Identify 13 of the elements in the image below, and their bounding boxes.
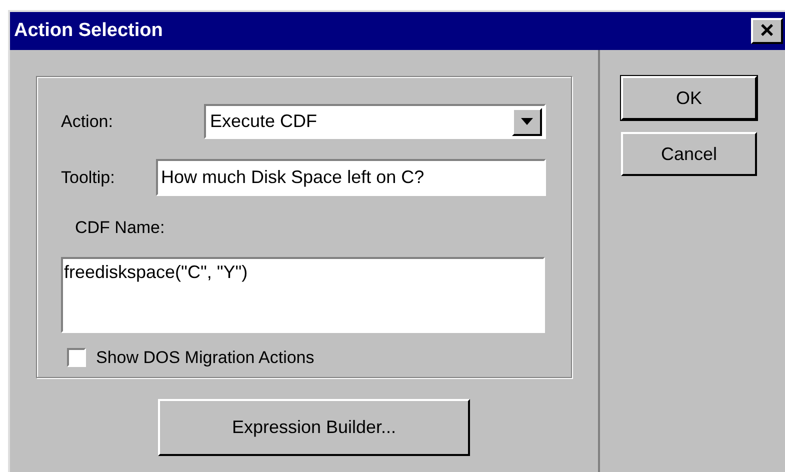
checkbox[interactable] (67, 348, 86, 368)
window-title: Action Selection (14, 18, 163, 43)
tooltip-field[interactable]: How much Disk Space left on C? (156, 159, 546, 196)
field-label: CDF Name: (75, 218, 165, 237)
action-dropdown[interactable]: Execute CDF (204, 104, 546, 139)
field-label: Action: (61, 110, 114, 133)
close-button[interactable]: × (751, 18, 783, 44)
expression-builder-button[interactable]: Expression Builder... (158, 399, 470, 456)
cdf-name-field[interactable]: freediskspace("C", "Y") (61, 257, 545, 333)
checkbox-label: Show DOS Migration Actions (96, 347, 314, 369)
field-label: Tooltip: (61, 166, 116, 189)
dialog-button[interactable]: Cancel (621, 132, 757, 176)
dialog-button[interactable]: OK (621, 76, 757, 120)
